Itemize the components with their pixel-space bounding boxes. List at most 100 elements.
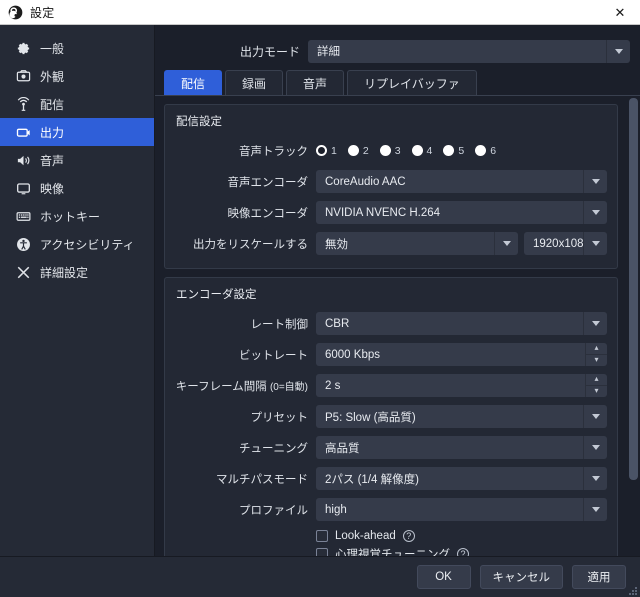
rescale-output-label: 出力をリスケールする [193, 238, 308, 251]
sidebar-item-output[interactable]: 出力 [0, 118, 154, 146]
chevron-down-icon [583, 467, 607, 490]
chevron-down-icon [583, 170, 607, 193]
radio-icon [475, 145, 487, 156]
look-ahead-label: Look-ahead [335, 530, 396, 542]
sidebar-item-hotkeys[interactable]: ホットキー [0, 202, 154, 230]
sidebar-item-video[interactable]: 映像 [0, 174, 154, 202]
audio-track-radio-1[interactable]: 1 [316, 145, 337, 157]
bitrate-value: 6000 Kbps [325, 348, 380, 361]
audio-track-radio-4[interactable]: 4 [411, 145, 432, 157]
output-mode-select[interactable]: 詳細 [308, 39, 630, 63]
appearance-icon [16, 69, 31, 81]
audio-track-radio-6[interactable]: 6 [475, 145, 496, 157]
audio-track-radio-2[interactable]: 2 [347, 145, 369, 157]
title-bar: 設定 ✕ [0, 0, 640, 25]
output-icon [16, 128, 30, 137]
sidebar-item-label: 外観 [40, 69, 65, 84]
audio-track-radio-5[interactable]: 5 [443, 145, 464, 157]
keyframe-interval-stepper[interactable]: 2 s ▴ ▾ [316, 374, 607, 397]
sidebar-item-accessibility[interactable]: アクセシビリティ [0, 230, 154, 258]
profile-row: プロファイル high [175, 494, 607, 525]
settings-scroll-content: 配信設定 音声トラック 1 2 3 4 5 6 音声エンコーダ CoreAudi… [155, 96, 627, 556]
settings-main-pane: 出力モード 詳細 配信 録画 音声 リプレイバッファ 配信設定 音声トラック 1… [155, 25, 640, 556]
keyframe-interval-value: 2 s [325, 379, 341, 392]
audio-encoder-select[interactable]: CoreAudio AAC [316, 170, 607, 193]
cancel-button[interactable]: キャンセル [479, 565, 563, 589]
keyboard-icon [16, 211, 31, 221]
audio-encoder-value: CoreAudio AAC [325, 175, 406, 188]
video-encoder-row: 映像エンコーダ NVIDIA NVENC H.264 [175, 197, 607, 228]
psycho-visual-row: 心理視覚チューニング ? [175, 547, 607, 556]
scrollbar-thumb[interactable] [629, 98, 638, 480]
rate-control-row: レート制御 CBR [175, 308, 607, 339]
sidebar-item-audio[interactable]: 音声 [0, 146, 154, 174]
stream-settings-group: 配信設定 音声トラック 1 2 3 4 5 6 音声エンコーダ CoreAudi… [164, 104, 618, 269]
rescale-output-select[interactable]: 無効 [316, 232, 518, 255]
chevron-down-icon [583, 232, 607, 255]
tuning-select[interactable]: 高品質 [316, 436, 607, 459]
stepper-down-icon[interactable]: ▾ [586, 355, 607, 367]
chevron-down-icon [583, 436, 607, 459]
rescale-resolution-select[interactable]: 1920x1080 [524, 232, 607, 255]
video-encoder-select[interactable]: NVIDIA NVENC H.264 [316, 201, 607, 224]
rate-control-select[interactable]: CBR [316, 312, 607, 335]
psycho-visual-checkbox[interactable] [316, 548, 328, 556]
multipass-mode-select[interactable]: 2パス (1/4 解像度) [316, 467, 607, 490]
look-ahead-checkbox[interactable] [316, 530, 328, 542]
sidebar-item-label: 出力 [40, 125, 65, 140]
settings-dialog: 設定 ✕ 一般 外観 配信 出力 音声 映像 ホットキー アクセシビリティ 詳細… [0, 0, 640, 597]
tab-replay-buffer[interactable]: リプレイバッファ [347, 70, 477, 95]
speaker-icon [17, 155, 30, 165]
sidebar-item-appearance[interactable]: 外観 [0, 62, 154, 90]
sidebar-item-label: アクセシビリティ [40, 237, 135, 252]
chevron-down-icon [494, 232, 518, 255]
keyframe-interval-label: キーフレーム間隔 (0=自動) [175, 380, 308, 393]
sidebar-item-label: 配信 [40, 97, 65, 112]
stream-settings-title: 配信設定 [176, 116, 222, 128]
keyframe-interval-row: キーフレーム間隔 (0=自動) 2 s ▴ ▾ [175, 370, 607, 401]
bitrate-stepper[interactable]: 6000 Kbps ▴ ▾ [316, 343, 607, 366]
sidebar-item-advanced[interactable]: 詳細設定 [0, 258, 154, 286]
audio-track-radio-3[interactable]: 3 [379, 145, 401, 157]
stepper-down-icon[interactable]: ▾ [586, 386, 607, 398]
video-encoder-value: NVIDIA NVENC H.264 [325, 206, 441, 219]
tuning-value: 高品質 [325, 442, 360, 455]
preset-row: プリセット P5: Slow (高品質) [175, 401, 607, 432]
tab-recording[interactable]: 録画 [225, 70, 284, 95]
settings-sidebar: 一般 外観 配信 出力 音声 映像 ホットキー アクセシビリティ 詳細設定 [0, 25, 155, 556]
ok-button[interactable]: OK [416, 565, 471, 589]
rescale-resolution-value: 1920x1080 [533, 237, 583, 250]
tab-audio[interactable]: 音声 [286, 70, 345, 95]
sidebar-item-general[interactable]: 一般 [0, 34, 154, 62]
close-icon[interactable]: ✕ [600, 0, 640, 25]
accessibility-icon [17, 237, 30, 251]
apply-button[interactable]: 適用 [572, 565, 626, 589]
gear-icon [17, 42, 30, 54]
profile-label: プロファイル [239, 504, 308, 517]
multipass-mode-label: マルチパスモード [216, 473, 308, 486]
resize-grip[interactable] [628, 586, 637, 595]
vertical-scrollbar[interactable] [627, 96, 640, 556]
chevron-down-icon [583, 405, 607, 428]
profile-select[interactable]: high [316, 498, 607, 521]
dialog-footer: OK キャンセル 適用 [0, 556, 640, 597]
stepper-up-icon[interactable]: ▴ [586, 343, 607, 355]
stepper-up-icon[interactable]: ▴ [586, 374, 607, 386]
rescale-output-row: 出力をリスケールする 無効 1920x108 [175, 228, 607, 259]
question-mark-icon[interactable]: ? [457, 548, 469, 556]
bitrate-label: ビットレート [239, 349, 308, 362]
encoder-settings-title: エンコーダ設定 [176, 289, 257, 301]
radio-icon [347, 145, 359, 156]
preset-select[interactable]: P5: Slow (高品質) [316, 405, 607, 428]
radio-selected-icon [316, 145, 327, 156]
audio-encoder-label: 音声エンコーダ [227, 176, 309, 189]
encoder-settings-group: エンコーダ設定 レート制御 CBR ビットレート 6000 Kbps ▴ ▾ キ… [164, 277, 618, 556]
rate-control-label: レート制御 [250, 318, 309, 331]
question-mark-icon[interactable]: ? [402, 530, 415, 542]
scroll-area: 配信設定 音声トラック 1 2 3 4 5 6 音声エンコーダ CoreAudi… [155, 96, 640, 556]
sidebar-item-stream[interactable]: 配信 [0, 90, 154, 118]
tab-streaming[interactable]: 配信 [164, 70, 223, 95]
look-ahead-row: Look-ahead ? [175, 525, 607, 547]
sidebar-item-label: 映像 [40, 181, 65, 196]
bitrate-row: ビットレート 6000 Kbps ▴ ▾ [175, 339, 607, 370]
